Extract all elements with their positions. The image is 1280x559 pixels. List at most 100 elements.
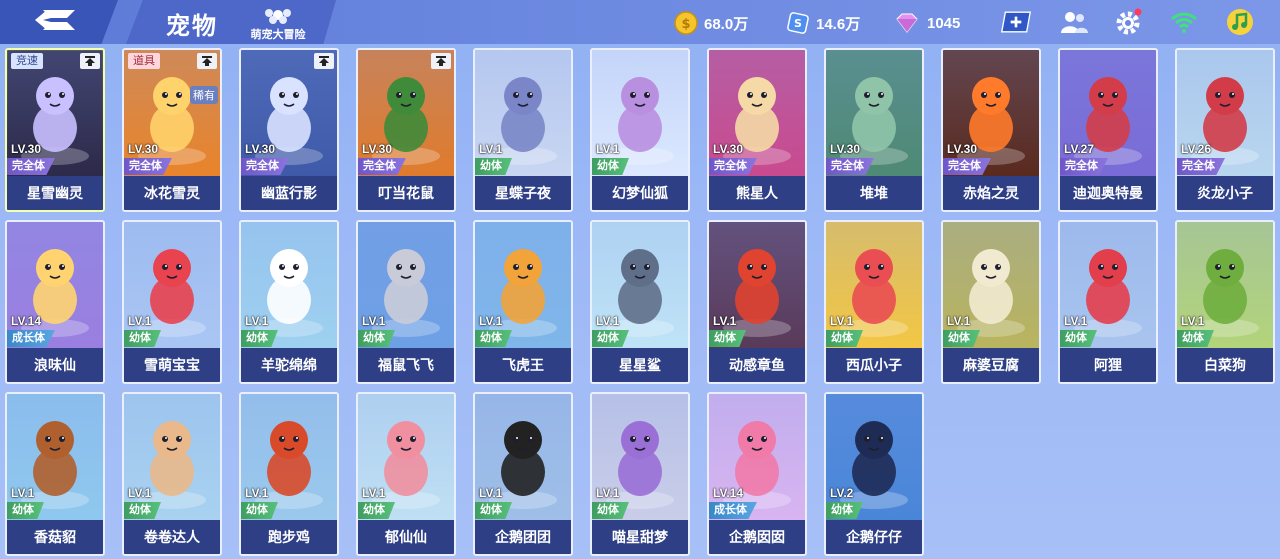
- pet-card[interactable]: LV.1 幼体 星蝶子夜: [473, 48, 573, 212]
- pet-level: LV.27: [1064, 142, 1095, 156]
- pet-level: LV.30: [11, 142, 42, 156]
- svg-text:$: $: [681, 17, 690, 32]
- pet-level: LV.14: [713, 486, 744, 500]
- friends-button[interactable]: [1058, 7, 1090, 37]
- pet-name: 动感章鱼: [709, 348, 805, 382]
- pet-portrait: [1177, 50, 1273, 176]
- pet-card[interactable]: LV.2 幼体 企鹅仔仔: [824, 392, 924, 556]
- pet-name: 幻梦仙狐: [592, 176, 688, 210]
- pet-card[interactable]: LV.1 幼体 雪萌宝宝: [122, 220, 222, 384]
- pet-card[interactable]: LV.1 幼体 白菜狗: [1175, 220, 1275, 384]
- pet-name: 福鼠飞飞: [358, 348, 454, 382]
- pet-level: LV.1: [713, 314, 737, 328]
- pet-card[interactable]: LV.1 幼体 卷卷达人: [122, 392, 222, 556]
- pet-name: 企鹅仔仔: [826, 520, 922, 554]
- pet-name: 喵星甜梦: [592, 520, 688, 554]
- pet-name: 麻婆豆腐: [943, 348, 1039, 382]
- pet-card[interactable]: LV.30 完全体 熊星人: [707, 48, 807, 212]
- pet-portrait: [475, 394, 571, 520]
- pet-name: 西瓜小子: [826, 348, 922, 382]
- pet-card[interactable]: LV.30 完全体 堆堆: [824, 48, 924, 212]
- wifi-icon: [1171, 12, 1197, 33]
- pet-card[interactable]: LV.30 完全体 叮当花鼠: [356, 48, 456, 212]
- pet-card[interactable]: LV.30 完全体 幽蓝行影: [239, 48, 339, 212]
- pet-level: LV.1: [479, 142, 503, 156]
- pet-card[interactable]: LV.1 幼体 麻婆豆腐: [941, 220, 1041, 384]
- ticket-amount: 14.6万: [816, 15, 861, 33]
- pet-card[interactable]: LV.1 幼体 郁仙仙: [356, 392, 456, 556]
- pet-card[interactable]: 道具 稀有 LV.30 完全体 冰花雪灵: [122, 48, 222, 212]
- pet-level: LV.1: [830, 314, 854, 328]
- pet-card[interactable]: LV.1 幼体 跑步鸡: [239, 392, 339, 556]
- back-button[interactable]: [0, 0, 118, 44]
- music-button[interactable]: [1224, 7, 1256, 37]
- pet-grid: 竞速 LV.30 完全体 星雪幽灵 道具 稀有 LV.30 完全体 冰花雪灵 LV.30 完全体 幽蓝…: [5, 48, 1275, 556]
- pin-icon[interactable]: [314, 53, 334, 69]
- pet-level: LV.1: [596, 314, 620, 328]
- coin-amount: 68.0万: [704, 15, 749, 33]
- pin-icon[interactable]: [197, 53, 217, 69]
- pet-card[interactable]: LV.1 幼体 幻梦仙狐: [590, 48, 690, 212]
- pet-name: 白菜狗: [1177, 348, 1273, 382]
- pet-level: LV.30: [245, 142, 276, 156]
- pet-card[interactable]: LV.14 成长体 企鹅囡囡: [707, 392, 807, 556]
- pet-card[interactable]: LV.1 幼体 福鼠飞飞: [356, 220, 456, 384]
- network-status: [1168, 7, 1200, 37]
- pin-icon[interactable]: [431, 53, 451, 69]
- ticket-counter: S 14.6万: [786, 10, 860, 36]
- pet-card[interactable]: LV.14 成长体 浪味仙: [5, 220, 105, 384]
- settings-button[interactable]: [1112, 7, 1144, 37]
- pet-portrait: [241, 222, 337, 348]
- pet-card[interactable]: LV.1 幼体 香菇貂: [5, 392, 105, 556]
- pet-name: 星蝶子夜: [475, 176, 571, 210]
- pet-card[interactable]: LV.1 幼体 企鹅团团: [473, 392, 573, 556]
- pet-level: LV.1: [245, 486, 269, 500]
- pet-level: LV.30: [947, 142, 978, 156]
- pet-portrait: [826, 50, 922, 176]
- pet-card[interactable]: LV.26 完全体 炎龙小子: [1175, 48, 1275, 212]
- add-currency-button[interactable]: [1000, 7, 1032, 37]
- pet-name: 熊星人: [709, 176, 805, 210]
- pet-portrait: [1177, 222, 1273, 348]
- friends-icon: [1061, 12, 1088, 33]
- pet-card[interactable]: LV.1 幼体 阿狸: [1058, 220, 1158, 384]
- pet-level: LV.1: [1064, 314, 1088, 328]
- pet-name: 企鹅团团: [475, 520, 571, 554]
- pet-level: LV.1: [11, 486, 35, 500]
- pet-level: LV.1: [596, 142, 620, 156]
- pet-card[interactable]: LV.1 幼体 星星鲨: [590, 220, 690, 384]
- pet-name: 星雪幽灵: [7, 176, 103, 210]
- pet-card[interactable]: LV.1 幼体 动感章鱼: [707, 220, 807, 384]
- pet-card[interactable]: LV.27 完全体 迪迦奥特曼: [1058, 48, 1158, 212]
- pet-card[interactable]: LV.1 幼体 喵星甜梦: [590, 392, 690, 556]
- pet-name: 卷卷达人: [124, 520, 220, 554]
- pet-portrait: [709, 50, 805, 176]
- pet-card[interactable]: 竞速 LV.30 完全体 星雪幽灵: [5, 48, 105, 212]
- pet-name: 雪萌宝宝: [124, 348, 220, 382]
- pet-name: 郁仙仙: [358, 520, 454, 554]
- pet-name: 香菇貂: [7, 520, 103, 554]
- diamond-icon: [893, 11, 921, 35]
- pet-name: 飞虎王: [475, 348, 571, 382]
- pet-portrait: [7, 394, 103, 520]
- svg-text:S: S: [794, 17, 802, 30]
- pin-icon[interactable]: [80, 53, 100, 69]
- music-icon: [1227, 9, 1253, 35]
- pet-name: 阿狸: [1060, 348, 1156, 382]
- pet-portrait: [124, 222, 220, 348]
- pet-level: LV.1: [479, 486, 503, 500]
- pet-card[interactable]: LV.1 幼体 飞虎王: [473, 220, 573, 384]
- pet-card[interactable]: LV.1 幼体 羊驼绵绵: [239, 220, 339, 384]
- pet-card[interactable]: LV.30 完全体 赤焰之灵: [941, 48, 1041, 212]
- pet-level: LV.2: [830, 486, 854, 500]
- pet-portrait: [592, 50, 688, 176]
- logo-flower-icon: [265, 9, 291, 24]
- pet-level: LV.1: [362, 486, 386, 500]
- pet-portrait: [709, 394, 805, 520]
- pet-name: 跑步鸡: [241, 520, 337, 554]
- pet-level: LV.1: [596, 486, 620, 500]
- pet-name: 羊驼绵绵: [241, 348, 337, 382]
- pet-portrait: [1060, 222, 1156, 348]
- pet-card[interactable]: LV.1 幼体 西瓜小子: [824, 220, 924, 384]
- pet-level: LV.14: [11, 314, 42, 328]
